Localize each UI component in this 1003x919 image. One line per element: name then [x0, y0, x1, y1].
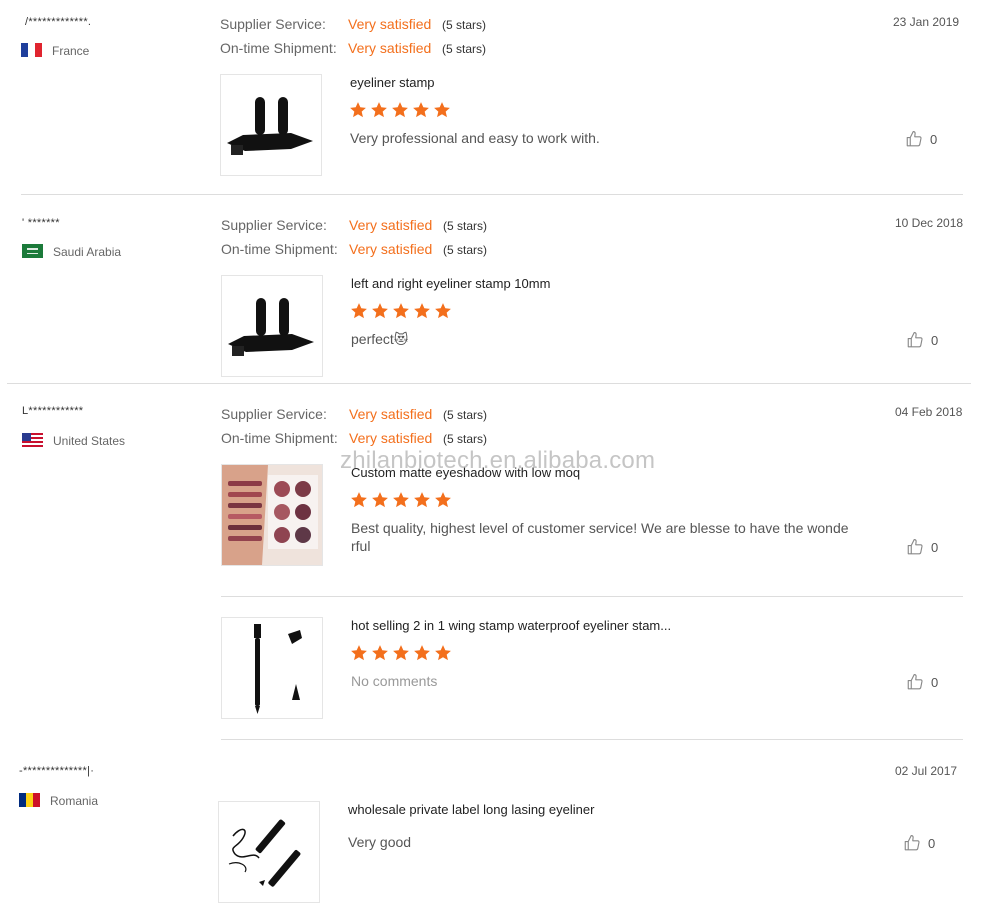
star-icon	[393, 645, 409, 661]
thumbs-up-icon	[907, 673, 923, 690]
divider	[221, 739, 963, 740]
product-thumbnail[interactable]	[221, 617, 323, 719]
product-name[interactable]: hot selling 2 in 1 wing stamp waterproof…	[351, 618, 671, 633]
star-icon	[372, 645, 388, 661]
star-icon	[392, 102, 408, 118]
product-star-rating	[350, 644, 452, 662]
buyer-name: -**************|·	[19, 765, 95, 777]
like-button[interactable]: 0	[906, 331, 938, 349]
star-icon	[350, 102, 366, 118]
product-thumbnail[interactable]	[221, 275, 323, 377]
supplier-service-label: Supplier Service:	[220, 16, 326, 32]
review-1: /*************. France Supplier Service:…	[0, 0, 1003, 195]
star-icon	[351, 492, 367, 508]
product-name[interactable]: left and right eyeliner stamp 10mm	[351, 276, 550, 291]
eyeliner-pen-image	[254, 624, 302, 714]
like-count: 0	[931, 674, 939, 690]
flag-saudi-arabia-icon	[22, 244, 43, 258]
review-comment: Best quality, highest level of customer …	[351, 520, 849, 554]
flag-united-states-icon	[22, 433, 43, 447]
supplier-service-label: Supplier Service:	[221, 406, 327, 422]
ontime-shipment-stars: (5 stars)	[443, 243, 488, 257]
thumbs-up-icon	[907, 331, 923, 348]
buyer-country: United States	[53, 434, 126, 448]
supplier-service-rating: Very satisfied	[349, 406, 433, 422]
buyer-country: Romania	[50, 794, 99, 808]
buyer-name: L************	[22, 405, 84, 417]
supplier-service-stars: (5 stars)	[443, 408, 488, 422]
eyeshadow-swatch-image	[222, 465, 322, 565]
product-name[interactable]: eyeliner stamp	[350, 75, 435, 90]
star-icon	[393, 492, 409, 508]
review-date: 10 Dec 2018	[895, 216, 964, 230]
supplier-service-stars: (5 stars)	[443, 219, 488, 233]
flag-france-icon	[21, 43, 42, 57]
like-count: 0	[930, 131, 938, 147]
star-icon	[371, 102, 387, 118]
star-icon	[435, 303, 451, 319]
star-icon	[372, 492, 388, 508]
ontime-shipment-label: On-time Shipment:	[221, 241, 338, 257]
product-thumbnail[interactable]	[221, 464, 323, 566]
review-comment: Very good	[348, 834, 412, 850]
thumbs-up-icon	[906, 130, 922, 147]
buyer-country: France	[52, 44, 90, 58]
star-icon	[393, 303, 409, 319]
liquid-eyeliner-image	[228, 819, 301, 887]
review-date: 04 Feb 2018	[895, 405, 963, 419]
star-icon	[435, 645, 451, 661]
flag-romania-icon	[19, 793, 40, 807]
buyer-name: ' *******	[22, 217, 60, 229]
product-star-rating	[349, 101, 451, 119]
review-3: L************ United States Supplier Ser…	[0, 384, 1003, 741]
ontime-shipment-stars: (5 stars)	[442, 42, 487, 56]
product-star-rating	[350, 302, 452, 320]
like-button[interactable]: 0	[906, 538, 938, 556]
review-comment: perfect😻	[351, 331, 409, 347]
like-count: 0	[931, 539, 939, 555]
ontime-shipment-rating: Very satisfied	[348, 40, 432, 56]
ontime-shipment-stars: (5 stars)	[443, 432, 488, 446]
review-comment: Very professional and easy to work with.	[350, 130, 600, 146]
product-star-rating	[350, 491, 452, 509]
ontime-shipment-label: On-time Shipment:	[220, 40, 337, 56]
supplier-service-label: Supplier Service:	[221, 217, 327, 233]
like-button[interactable]: 0	[906, 673, 938, 691]
like-count: 0	[928, 835, 936, 851]
like-button[interactable]: 0	[903, 834, 935, 852]
star-icon	[414, 645, 430, 661]
thumbs-up-icon	[904, 834, 920, 851]
review-date: 23 Jan 2019	[893, 15, 960, 29]
star-icon	[413, 102, 429, 118]
star-icon	[351, 303, 367, 319]
star-icon	[434, 102, 450, 118]
star-icon	[372, 303, 388, 319]
supplier-service-rating: Very satisfied	[348, 16, 432, 32]
supplier-service-stars: (5 stars)	[442, 18, 487, 32]
ontime-shipment-label: On-time Shipment:	[221, 430, 338, 446]
product-thumbnail[interactable]	[218, 801, 320, 903]
item-divider	[221, 596, 963, 597]
review-comment: No comments	[351, 673, 438, 689]
ontime-shipment-rating: Very satisfied	[349, 241, 433, 257]
thumbs-up-icon	[907, 538, 923, 555]
watermark: zhilanbiotech.en.alibaba.com	[340, 447, 656, 474]
like-count: 0	[931, 332, 939, 348]
star-icon	[435, 492, 451, 508]
eyeliner-stamp-image	[227, 97, 313, 155]
eyeliner-stamp-image	[228, 298, 314, 356]
buyer-name: /*************.	[25, 16, 92, 28]
product-name[interactable]: wholesale private label long lasing eyel…	[348, 802, 594, 817]
review-4: -**************|· Romania 02 Jul 2017 wh…	[0, 741, 1003, 919]
star-icon	[414, 303, 430, 319]
review-date: 02 Jul 2017	[895, 764, 958, 778]
like-button[interactable]: 0	[905, 130, 937, 148]
buyer-country: Saudi Arabia	[53, 245, 122, 259]
review-2: ' ******* Saudi Arabia Supplier Service:…	[0, 195, 1003, 384]
ontime-shipment-rating: Very satisfied	[349, 430, 433, 446]
supplier-service-rating: Very satisfied	[349, 217, 433, 233]
product-thumbnail[interactable]	[220, 74, 322, 176]
star-icon	[414, 492, 430, 508]
star-icon	[351, 645, 367, 661]
